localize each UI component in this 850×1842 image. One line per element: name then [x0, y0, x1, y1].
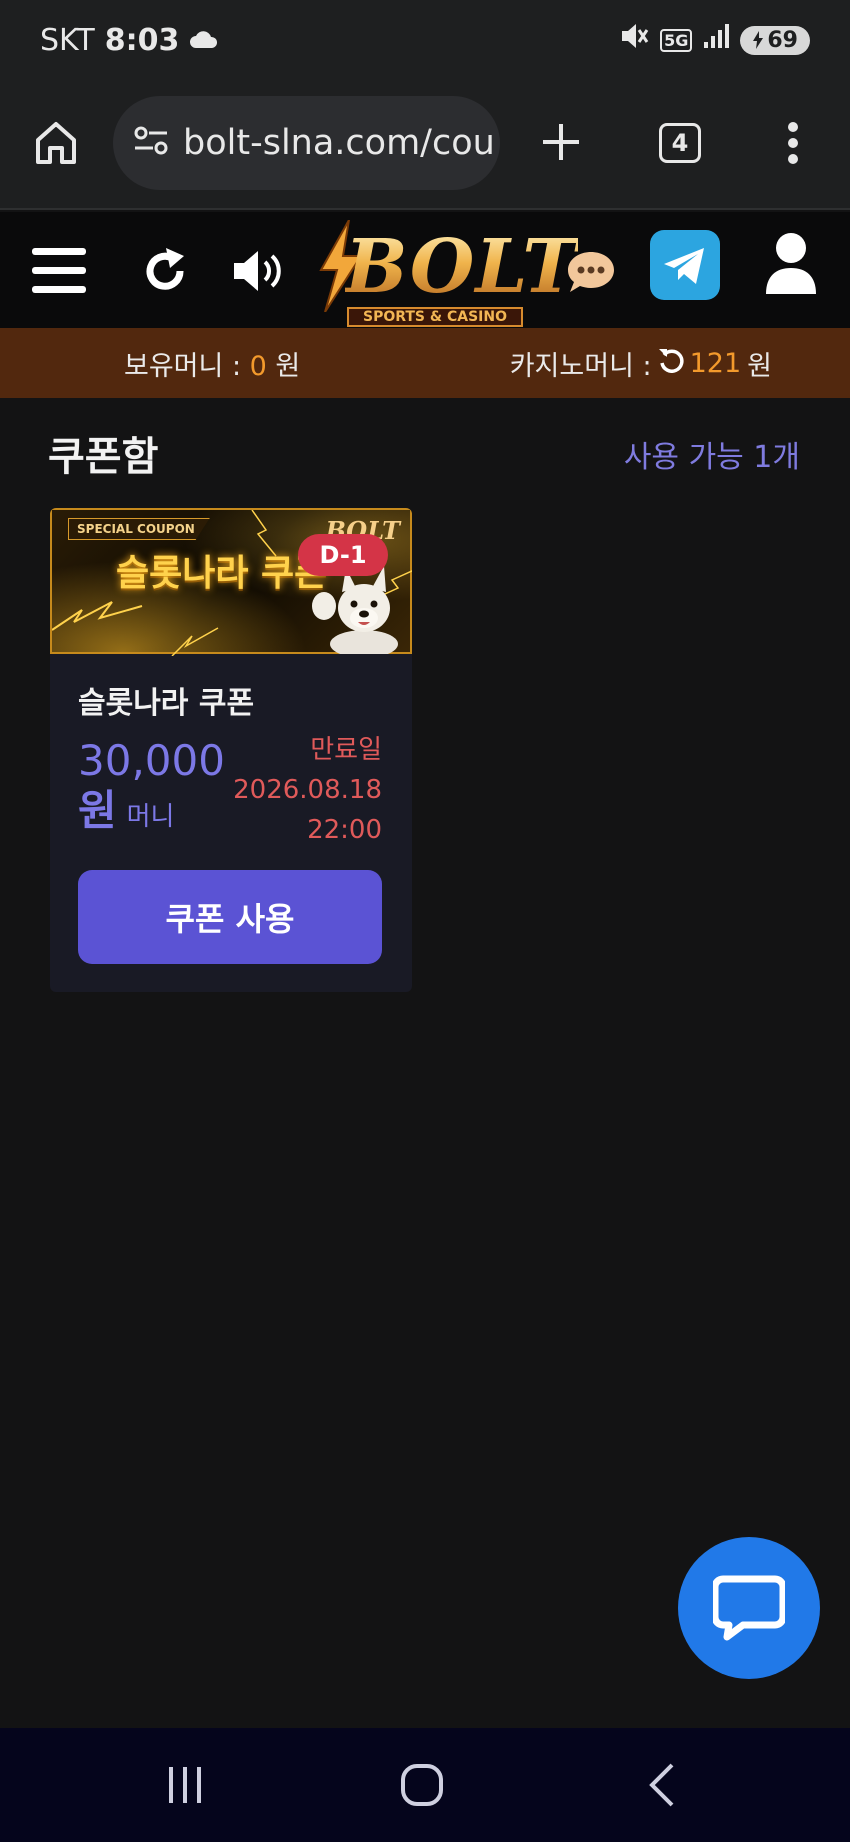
- live-chat-button[interactable]: [678, 1537, 820, 1679]
- system-nav-bar: [0, 1728, 850, 1842]
- telegram-icon[interactable]: [650, 230, 720, 304]
- new-tab-icon[interactable]: [541, 122, 581, 166]
- chat-icon: [713, 1575, 785, 1641]
- site-logo[interactable]: BOLT SPORTS & CASINO: [315, 220, 577, 330]
- user-icon[interactable]: [764, 232, 818, 298]
- browser-toolbar: bolt-slna.com/cou 4: [0, 80, 850, 210]
- site-settings-icon[interactable]: [133, 126, 169, 160]
- amount-line: 원 머니: [78, 786, 225, 842]
- coupon-name: 슬롯나라 쿠폰: [78, 686, 255, 721]
- speaker-icon[interactable]: [232, 248, 288, 298]
- casino-refresh-icon[interactable]: [658, 347, 684, 380]
- special-coupon-tag: SPECIAL COUPON: [68, 518, 210, 540]
- back-icon[interactable]: [632, 1760, 692, 1810]
- tab-count-label: 4: [671, 129, 689, 157]
- casino-money: 카지노머니 : 121 원: [510, 344, 772, 383]
- tabs-icon[interactable]: 4: [659, 123, 701, 163]
- available-count: 사용 가능 1개: [623, 440, 800, 475]
- more-icon[interactable]: [786, 122, 800, 168]
- coupon-amount: 30,000 원 머니: [78, 736, 225, 842]
- coupon-banner: SPECIAL COUPON 슬롯나라 쿠폰 BOLT D-1: [50, 508, 412, 656]
- amount-value: 30,000: [78, 736, 225, 785]
- clock: 8:03: [104, 22, 180, 58]
- menu-icon[interactable]: [32, 246, 86, 298]
- mute-icon: [620, 22, 650, 58]
- held-money: 보유머니 : 0 원: [124, 344, 300, 383]
- logo-subtitle: SPORTS & CASINO: [347, 307, 523, 327]
- page-title: 쿠폰함: [48, 434, 159, 480]
- battery-indicator: 69: [740, 25, 810, 55]
- banner-title: 슬롯나라 쿠폰: [116, 553, 328, 594]
- amount-unit: 원: [78, 786, 117, 835]
- casino-money-unit: 원: [747, 350, 772, 382]
- network-label: 5G: [660, 28, 693, 52]
- carrier: SKT: [40, 22, 95, 58]
- held-money-value: 0: [249, 350, 267, 382]
- use-coupon-button[interactable]: 쿠폰 사용: [78, 870, 382, 964]
- refresh-icon[interactable]: [140, 246, 190, 300]
- expiry-info: 만료일 2026.08.18 22:00: [233, 730, 382, 850]
- home-icon[interactable]: [34, 120, 78, 170]
- signal-icon: [702, 22, 730, 58]
- held-money-unit: 원: [266, 350, 301, 382]
- status-left: SKT 8:03: [40, 23, 219, 58]
- held-money-label: 보유머니 :: [124, 350, 250, 382]
- address-bar[interactable]: bolt-slna.com/cou: [113, 96, 500, 190]
- battery-level: 69: [767, 27, 798, 53]
- money-bar: 보유머니 : 0 원 카지노머니 : 121 원: [0, 328, 850, 398]
- chat-bubble-icon[interactable]: [566, 250, 616, 298]
- status-right: 5G 69: [620, 22, 810, 58]
- coupon-card: SPECIAL COUPON 슬롯나라 쿠폰 BOLT D-1 슬롯나라 쿠폰 …: [50, 508, 412, 992]
- money-type: 머니: [126, 802, 175, 832]
- site-header: BOLT SPORTS & CASINO: [0, 212, 850, 328]
- casino-money-label: 카지노머니 :: [509, 350, 652, 382]
- recents-icon[interactable]: [155, 1760, 215, 1810]
- expiry-label: 만료일: [310, 735, 382, 765]
- cloud-icon: [189, 23, 219, 58]
- expiry-date: 2026.08.18: [233, 775, 382, 805]
- dday-badge: D-1: [298, 534, 388, 576]
- home-nav-icon[interactable]: [392, 1760, 452, 1810]
- casino-money-value: 121: [689, 347, 742, 379]
- logo-text: BOLT: [345, 224, 579, 310]
- charging-icon: [753, 31, 764, 49]
- status-bar: SKT 8:03 5G 69: [0, 0, 850, 80]
- expiry-time: 22:00: [307, 815, 382, 845]
- url-text[interactable]: bolt-slna.com/cou: [183, 123, 495, 163]
